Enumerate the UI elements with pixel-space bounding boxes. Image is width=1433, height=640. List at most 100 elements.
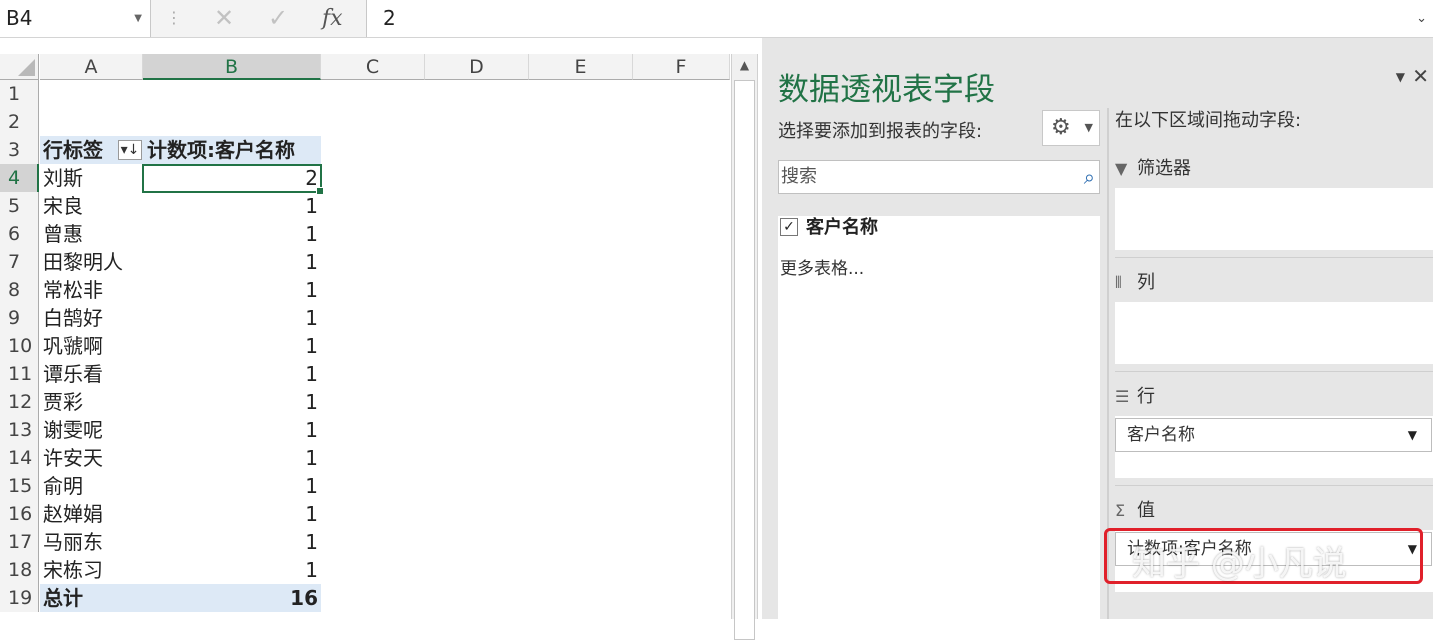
row-header[interactable]: 10 [0,332,39,360]
select-all-corner[interactable] [0,54,39,80]
row-header[interactable]: 8 [0,276,39,304]
cell-b[interactable]: 1 [143,360,321,388]
cell-a[interactable]: 巩虢啊 [40,332,143,360]
cell-a[interactable]: 常松非 [40,276,143,304]
search-icon[interactable]: ⌕ [1084,161,1095,193]
cell-b[interactable]: 1 [143,388,321,416]
scrollbar-thumb[interactable] [734,80,755,640]
pane-options-chevron-icon[interactable]: ▼ [1396,70,1405,84]
row-header[interactable]: 17 [0,528,39,556]
row-header[interactable]: 7 [0,248,39,276]
name-box-value: B4 [6,6,33,30]
grid-row: 5 宋良 1 [0,192,730,220]
grid-row: 11 谭乐看 1 [0,360,730,388]
field-checkbox[interactable]: ✓ [780,218,798,236]
row-header[interactable]: 13 [0,416,39,444]
name-box[interactable]: B4 ▼ [0,0,151,37]
formula-bar: B4 ▼ ⋮ ✕ ✓ fx 2 ⌄ [0,0,1433,38]
rows-field-pill[interactable]: 客户名称 ▼ [1115,418,1432,452]
sigma-icon: Σ [1115,501,1126,520]
filters-area-label: 筛选器 [1137,158,1191,179]
row-header[interactable]: 15 [0,472,39,500]
chevron-down-icon[interactable]: ▼ [1408,419,1417,451]
scroll-up-icon[interactable]: ▲ [732,54,757,76]
grid-row: 18 宋栋习 1 [0,556,730,584]
row-header[interactable]: 3 [0,136,39,164]
row-header[interactable]: 4 [0,164,39,192]
cell-a[interactable]: 田黎明人 [40,248,143,276]
formula-input[interactable]: 2 ⌄ [366,0,1433,37]
row-header[interactable]: 9 [0,304,39,332]
row-header[interactable]: 2 [0,108,39,136]
grid-row: 3 行标签 计数项:客户名称 ▾↓ [0,136,730,164]
cell-a[interactable]: 谭乐看 [40,360,143,388]
cell-a[interactable]: 许安天 [40,444,143,472]
cell-b[interactable]: 1 [143,472,321,500]
cell-a[interactable]: 贾彩 [40,388,143,416]
drag-handle-icon[interactable]: ⋮ [166,8,182,27]
close-icon[interactable]: ✕ [1412,64,1429,88]
field-list-settings-button[interactable]: ⚙ ▼ [1042,110,1100,146]
filters-drop-zone[interactable] [1115,188,1433,250]
row-header[interactable]: 12 [0,388,39,416]
expand-formula-icon[interactable]: ⌄ [1416,0,1427,37]
cell-a[interactable]: 俞明 [40,472,143,500]
column-header-b[interactable]: B [143,54,321,80]
row-header[interactable]: 11 [0,360,39,388]
row-header[interactable]: 6 [0,220,39,248]
row-header[interactable]: 14 [0,444,39,472]
cell-a[interactable]: 白鹄好 [40,304,143,332]
row-header[interactable]: 1 [0,80,39,108]
cell-a[interactable]: 马丽东 [40,528,143,556]
cell-a[interactable] [40,80,143,108]
pivot-values-header[interactable]: 计数项:客户名称 [143,136,321,164]
cell-b[interactable]: 1 [143,276,321,304]
column-header-a[interactable]: A [40,54,143,80]
worksheet-grid[interactable]: A B C D E F 1 2 3 行标签 计数项:客户名称 ▾↓ 4 刘斯 2… [0,54,730,619]
sort-filter-dropdown-icon[interactable]: ▾↓ [118,140,142,160]
cell-b[interactable]: 1 [143,332,321,360]
grand-total-label[interactable]: 总计 [40,584,143,612]
grid-row: 17 马丽东 1 [0,528,730,556]
cell-a[interactable]: 刘斯 [40,164,143,192]
cell-a[interactable] [40,108,143,136]
vertical-scrollbar[interactable]: ▲ [731,54,758,640]
column-header-e[interactable]: E [529,54,633,80]
columns-drop-zone[interactable] [1115,302,1433,364]
field-search-input[interactable]: 搜索 ⌕ [778,160,1100,194]
column-header-f[interactable]: F [633,54,730,80]
cell-a[interactable]: 宋栋习 [40,556,143,584]
cell-b[interactable]: 1 [143,528,321,556]
cell-b[interactable]: 1 [143,220,321,248]
cell-a[interactable]: 曾惠 [40,220,143,248]
filter-icon: ▼ [1115,159,1128,178]
cell-b[interactable]: 1 [143,304,321,332]
cell-b[interactable] [143,108,321,136]
column-header-d[interactable]: D [425,54,529,80]
cell-a[interactable]: 赵婵娟 [40,500,143,528]
cell-a[interactable]: 宋良 [40,192,143,220]
row-header[interactable]: 16 [0,500,39,528]
row-header[interactable]: 5 [0,192,39,220]
cell-b[interactable]: 1 [143,556,321,584]
insert-function-icon[interactable]: fx [322,0,343,37]
cell-b[interactable]: 1 [143,192,321,220]
area-divider [1115,257,1433,258]
choose-fields-label: 选择要添加到报表的字段: [778,121,983,142]
chevron-down-icon[interactable]: ▼ [134,0,142,37]
cell-b[interactable] [143,80,321,108]
cell-b[interactable]: 1 [143,416,321,444]
enter-icon[interactable]: ✓ [268,0,288,37]
cell-b[interactable]: 1 [143,444,321,472]
active-cell-selection[interactable] [142,164,324,195]
grand-total-value[interactable]: 16 [143,584,321,612]
row-header[interactable]: 19 [0,584,39,612]
cell-a[interactable]: 谢雯呢 [40,416,143,444]
more-tables-link[interactable]: 更多表格... [780,254,864,279]
cell-b[interactable]: 1 [143,248,321,276]
column-header-c[interactable]: C [321,54,425,80]
cell-b[interactable]: 1 [143,500,321,528]
cancel-icon[interactable]: ✕ [214,0,234,37]
grid-row: 8 常松非 1 [0,276,730,304]
row-header[interactable]: 18 [0,556,39,584]
